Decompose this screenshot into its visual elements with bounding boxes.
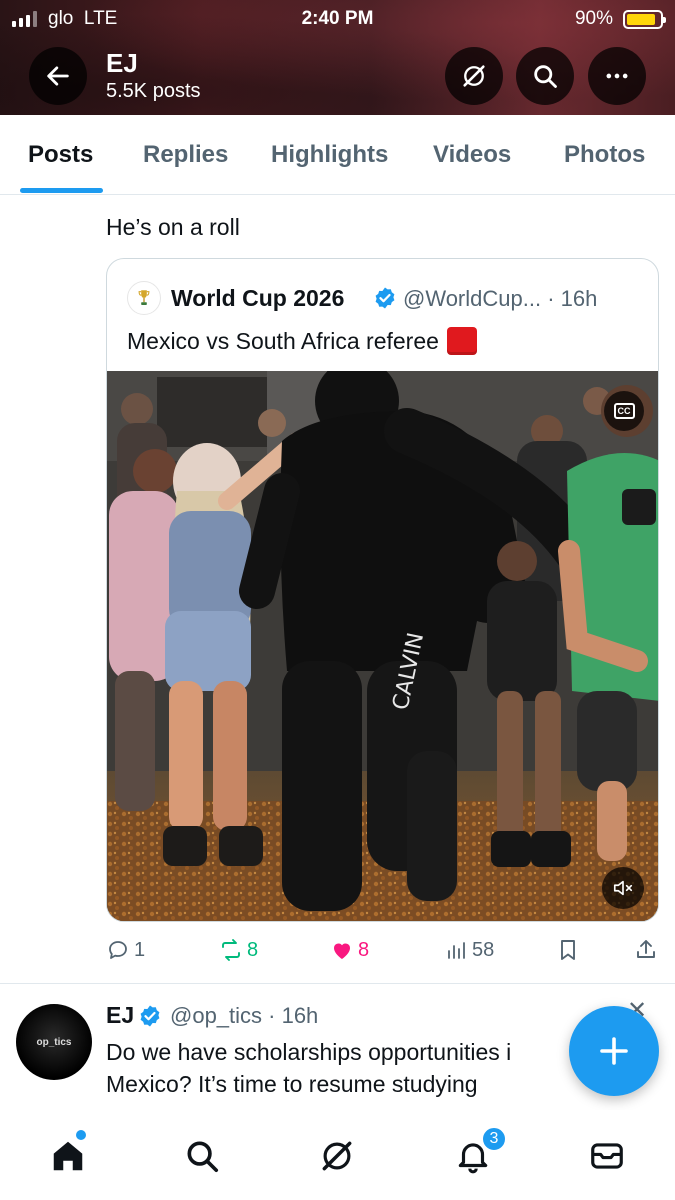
share-icon	[637, 940, 655, 958]
quoted-handle-time: @WorldCup... · 16h	[403, 286, 598, 311]
trophy-icon	[138, 290, 150, 305]
red-card-emoji	[446, 327, 477, 355]
tab-videos[interactable]: Videos	[433, 141, 511, 169]
nav-grok[interactable]	[315, 1134, 359, 1178]
home-icon	[53, 1141, 83, 1171]
grok-icon	[463, 65, 485, 87]
grok-icon	[322, 1141, 352, 1171]
bookmark-button[interactable]	[556, 938, 580, 962]
post-actions: 1 8 8 58	[0, 938, 675, 968]
quoted-text: Mexico vs South Africa referee	[127, 327, 477, 355]
clock: 2:40 PM	[301, 8, 374, 29]
views-button[interactable]: 58	[444, 938, 494, 962]
repost-icon	[222, 939, 240, 961]
captions-button[interactable]: CC	[604, 391, 644, 431]
tab-highlights[interactable]: Highlights	[271, 141, 388, 169]
battery-icon	[623, 10, 666, 29]
like-count: 8	[358, 938, 370, 961]
home-unread-dot	[76, 1130, 86, 1140]
profile-header: glo LTE 2:40 PM 90% EJ 5.5K posts	[0, 0, 675, 115]
active-tab-indicator	[20, 188, 103, 193]
profile-name: EJ	[106, 48, 138, 78]
compose-button[interactable]	[569, 1006, 659, 1096]
tab-posts[interactable]: Posts	[28, 141, 93, 169]
tab-replies[interactable]: Replies	[143, 141, 228, 169]
quoted-text-content: Mexico vs South Africa referee	[127, 327, 439, 354]
views-chart-icon	[448, 942, 465, 959]
video-player[interactable]: CALVIN CC	[107, 371, 658, 921]
notifications-badge: 3	[481, 1126, 507, 1152]
like-button[interactable]: 8	[330, 938, 369, 962]
repost-count: 8	[247, 938, 259, 961]
author-name[interactable]: EJ	[106, 1002, 134, 1029]
avatar-text: op_tics	[36, 1036, 72, 1048]
post-text: Do we have scholarships opportunities i …	[106, 1036, 566, 1100]
reply-count: 1	[134, 938, 146, 961]
status-bar: glo LTE 2:40 PM 90%	[0, 6, 675, 32]
nav-home[interactable]	[46, 1134, 90, 1178]
post-divider	[0, 983, 675, 984]
mute-button[interactable]	[602, 867, 644, 909]
posts-count: 5.5K posts	[106, 80, 201, 102]
views-count: 58	[472, 938, 495, 961]
back-arrow-icon	[47, 66, 69, 86]
captions-icon: CC	[613, 403, 635, 419]
search-icon	[534, 65, 557, 88]
grok-button[interactable]	[445, 47, 503, 105]
tab-photos[interactable]: Photos	[564, 141, 645, 169]
bookmark-icon	[561, 940, 575, 960]
reply-button[interactable]: 1	[106, 938, 145, 962]
post-text: He’s on a roll	[106, 214, 240, 240]
bottom-navigation: 3	[0, 1110, 675, 1200]
repost-button[interactable]: 8	[219, 938, 258, 962]
verified-badge-icon	[140, 1005, 160, 1027]
nav-search[interactable]	[180, 1134, 224, 1178]
back-button[interactable]	[29, 47, 87, 105]
more-icon	[606, 73, 628, 79]
nav-messages[interactable]	[585, 1134, 629, 1178]
post-text-line: Do we have scholarships opportunities i	[106, 1039, 512, 1065]
speaker-muted-icon	[613, 880, 633, 896]
reply-icon	[109, 941, 127, 959]
heart-filled-icon	[334, 943, 350, 959]
post-text-line: Mexico? It’s time to resume studying	[106, 1071, 478, 1097]
battery-percentage: 90%	[574, 8, 613, 29]
avatar[interactable]: op_tics	[16, 1004, 92, 1080]
search-button[interactable]	[516, 47, 574, 105]
profile-tabs: Posts Replies Highlights Videos Photos	[0, 115, 675, 195]
verified-badge-icon	[375, 287, 395, 309]
plus-icon	[600, 1037, 628, 1065]
quoted-post[interactable]: World Cup 2026 @WorldCup... · 16h Mexico…	[106, 258, 659, 922]
search-icon	[187, 1141, 219, 1173]
quoted-author-name[interactable]: World Cup 2026	[171, 285, 344, 312]
more-button[interactable]	[588, 47, 646, 105]
trophy-avatar[interactable]	[127, 281, 161, 315]
share-button[interactable]	[634, 938, 658, 962]
author-handle-time: @op_tics · 16h	[170, 1003, 319, 1028]
video-frame: CALVIN	[107, 371, 658, 921]
messages-icon	[591, 1143, 623, 1169]
